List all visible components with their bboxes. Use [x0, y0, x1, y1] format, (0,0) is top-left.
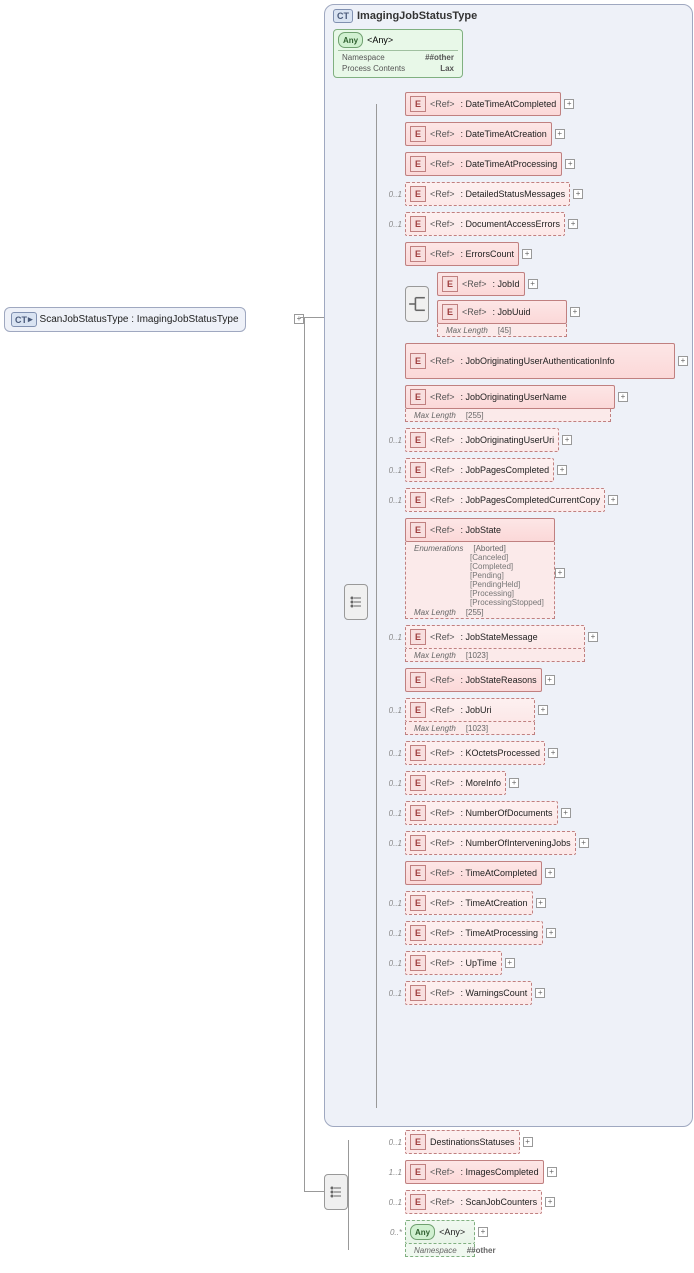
choice-compositor-group: E<Ref>: JobId + E<Ref>: JobUuid + Max Le…	[382, 272, 688, 337]
any-namespace-row: Namespace##other	[340, 53, 456, 62]
expand-icon[interactable]: +	[546, 928, 556, 938]
element-jobpagescompletedcurrentcopy[interactable]: 0..1 E<Ref>: JobPagesCompletedCurrentCop…	[382, 488, 688, 512]
element-jobstatemessage[interactable]: 0..1 E<Ref>: JobStateMessage + Max Lengt…	[382, 625, 688, 662]
expand-icon[interactable]: +	[536, 898, 546, 908]
any-label: <Any>	[367, 35, 393, 45]
expand-icon[interactable]: +	[618, 392, 628, 402]
ct-badge-icon: CT▸	[11, 312, 37, 327]
root-type-name: ScanJobStatusType : ImagingJobStatusType	[40, 314, 239, 325]
element-datetimeatprocessing[interactable]: E<Ref>: DateTimeAtProcessing +	[382, 152, 688, 176]
element-joboriginatinguserauthenticationinfo[interactable]: E<Ref>: JobOriginatingUserAuthentication…	[382, 343, 688, 379]
any-wildcard-box[interactable]: Any <Any> Namespace##other Process Conte…	[333, 29, 463, 78]
expand-icon[interactable]: +	[522, 249, 532, 259]
expand-icon[interactable]: +	[505, 958, 515, 968]
expand-icon[interactable]: +	[294, 314, 304, 324]
expand-icon[interactable]: +	[678, 356, 688, 366]
element-jobid[interactable]: E<Ref>: JobId +	[437, 272, 580, 296]
any-process-contents-row: Process ContentsLax	[340, 64, 456, 73]
expand-icon[interactable]: +	[568, 219, 578, 229]
expand-icon[interactable]: +	[564, 99, 574, 109]
element-imagescompleted[interactable]: 1..1 E<Ref>: ImagesCompleted +	[382, 1160, 557, 1184]
element-datetimeatcreation[interactable]: E<Ref>: DateTimeAtCreation +	[382, 122, 688, 146]
sequence-children: E<Ref>: DateTimeAtCompleted + E<Ref>: Da…	[382, 92, 688, 1011]
root-connector-h	[304, 1191, 324, 1192]
expand-icon[interactable]: +	[608, 495, 618, 505]
element-datetimeatcompleted[interactable]: E<Ref>: DateTimeAtCompleted +	[382, 92, 688, 116]
expand-icon[interactable]: +	[557, 465, 567, 475]
expand-icon[interactable]: +	[547, 1167, 557, 1177]
expand-icon[interactable]: +	[545, 675, 555, 685]
complex-type-header: CT ImagingJobStatusType	[325, 5, 692, 25]
element-jobpagescompleted[interactable]: 0..1 E<Ref>: JobPagesCompleted +	[382, 458, 688, 482]
expand-icon[interactable]: +	[555, 129, 565, 139]
element-timeatcreation[interactable]: 0..1 E<Ref>: TimeAtCreation +	[382, 891, 688, 915]
element-uptime[interactable]: 0..1 E<Ref>: UpTime +	[382, 951, 688, 975]
extension-sequence-compositor[interactable]	[324, 1174, 348, 1210]
expand-icon[interactable]: +	[535, 988, 545, 998]
expand-icon[interactable]: +	[565, 159, 575, 169]
sequence-connector	[376, 104, 377, 1108]
expand-icon[interactable]: +	[562, 435, 572, 445]
sequence-compositor[interactable]	[344, 584, 368, 620]
element-joburi[interactable]: 0..1 E<Ref>: JobUri + Max Length[1023]	[382, 698, 688, 735]
choice-compositor[interactable]	[405, 286, 429, 322]
expand-icon[interactable]: +	[570, 307, 580, 317]
expand-icon[interactable]: +	[478, 1227, 488, 1237]
expand-icon[interactable]: +	[538, 705, 548, 715]
element-jobuuid[interactable]: E<Ref>: JobUuid + Max Length[45]	[437, 300, 580, 337]
root-complex-type[interactable]: CT▸ ScanJobStatusType : ImagingJobStatus…	[4, 307, 246, 332]
expand-icon[interactable]: +	[523, 1137, 533, 1147]
element-any-outer[interactable]: 0..* Any <Any> + Namespace##other	[382, 1220, 557, 1257]
complex-type-name: ImagingJobStatusType	[357, 10, 477, 22]
element-timeatcompleted[interactable]: E<Ref>: TimeAtCompleted +	[382, 861, 688, 885]
element-errorscount[interactable]: E<Ref>: ErrorsCount +	[382, 242, 688, 266]
expand-icon[interactable]: +	[573, 189, 583, 199]
expand-icon[interactable]: +	[579, 838, 589, 848]
expand-icon[interactable]: +	[545, 1197, 555, 1207]
any-badge-icon: Any	[410, 1224, 435, 1240]
element-joboriginatinguseruri[interactable]: 0..1 E<Ref>: JobOriginatingUserUri +	[382, 428, 688, 452]
diagram-container: CT▸ ScanJobStatusType : ImagingJobStatus…	[4, 4, 694, 1269]
element-scanjobcounters[interactable]: 0..1 E<Ref>: ScanJobCounters +	[382, 1190, 557, 1214]
element-joboriginatingusername[interactable]: E<Ref>: JobOriginatingUserName + Max Len…	[382, 385, 688, 422]
expand-icon[interactable]: +	[548, 748, 558, 758]
expand-icon[interactable]: +	[528, 279, 538, 289]
expand-icon[interactable]: +	[545, 868, 555, 878]
element-moreinfo[interactable]: 0..1 E<Ref>: MoreInfo +	[382, 771, 688, 795]
element-timeatprocessing[interactable]: 0..1 E<Ref>: TimeAtProcessing +	[382, 921, 688, 945]
element-koctetsprocessed[interactable]: 0..1 E<Ref>: KOctetsProcessed +	[382, 741, 688, 765]
extension-connector	[348, 1140, 349, 1250]
element-warningscount[interactable]: 0..1 E<Ref>: WarningsCount +	[382, 981, 688, 1005]
root-connector	[304, 317, 305, 1192]
element-documentaccesserrors[interactable]: 0..1 E<Ref>: DocumentAccessErrors +	[382, 212, 688, 236]
expand-icon[interactable]: +	[555, 568, 565, 578]
element-numberofdocuments[interactable]: 0..1 E<Ref>: NumberOfDocuments +	[382, 801, 688, 825]
expand-icon[interactable]: +	[561, 808, 571, 818]
element-destinationsstatuses[interactable]: 0..1 EDestinationsStatuses +	[382, 1130, 557, 1154]
expand-icon[interactable]: +	[509, 778, 519, 788]
extension-children: 0..1 EDestinationsStatuses + 1..1 E<Ref>…	[382, 1130, 557, 1263]
expand-icon[interactable]: +	[588, 632, 598, 642]
element-numberofinterveningjobs[interactable]: 0..1 E<Ref>: NumberOfInterveningJobs +	[382, 831, 688, 855]
any-badge-icon: Any	[338, 32, 363, 48]
any-constraints-table: Namespace##other Process ContentsLax	[338, 50, 458, 75]
element-jobstate[interactable]: E<Ref>: JobState Enumerations[Aborted] […	[382, 518, 688, 619]
ct-badge-icon: CT	[333, 9, 353, 23]
element-jobstatereasons[interactable]: E<Ref>: JobStateReasons +	[382, 668, 688, 692]
element-detailedstatusmessages[interactable]: 0..1 E<Ref>: DetailedStatusMessages +	[382, 182, 688, 206]
